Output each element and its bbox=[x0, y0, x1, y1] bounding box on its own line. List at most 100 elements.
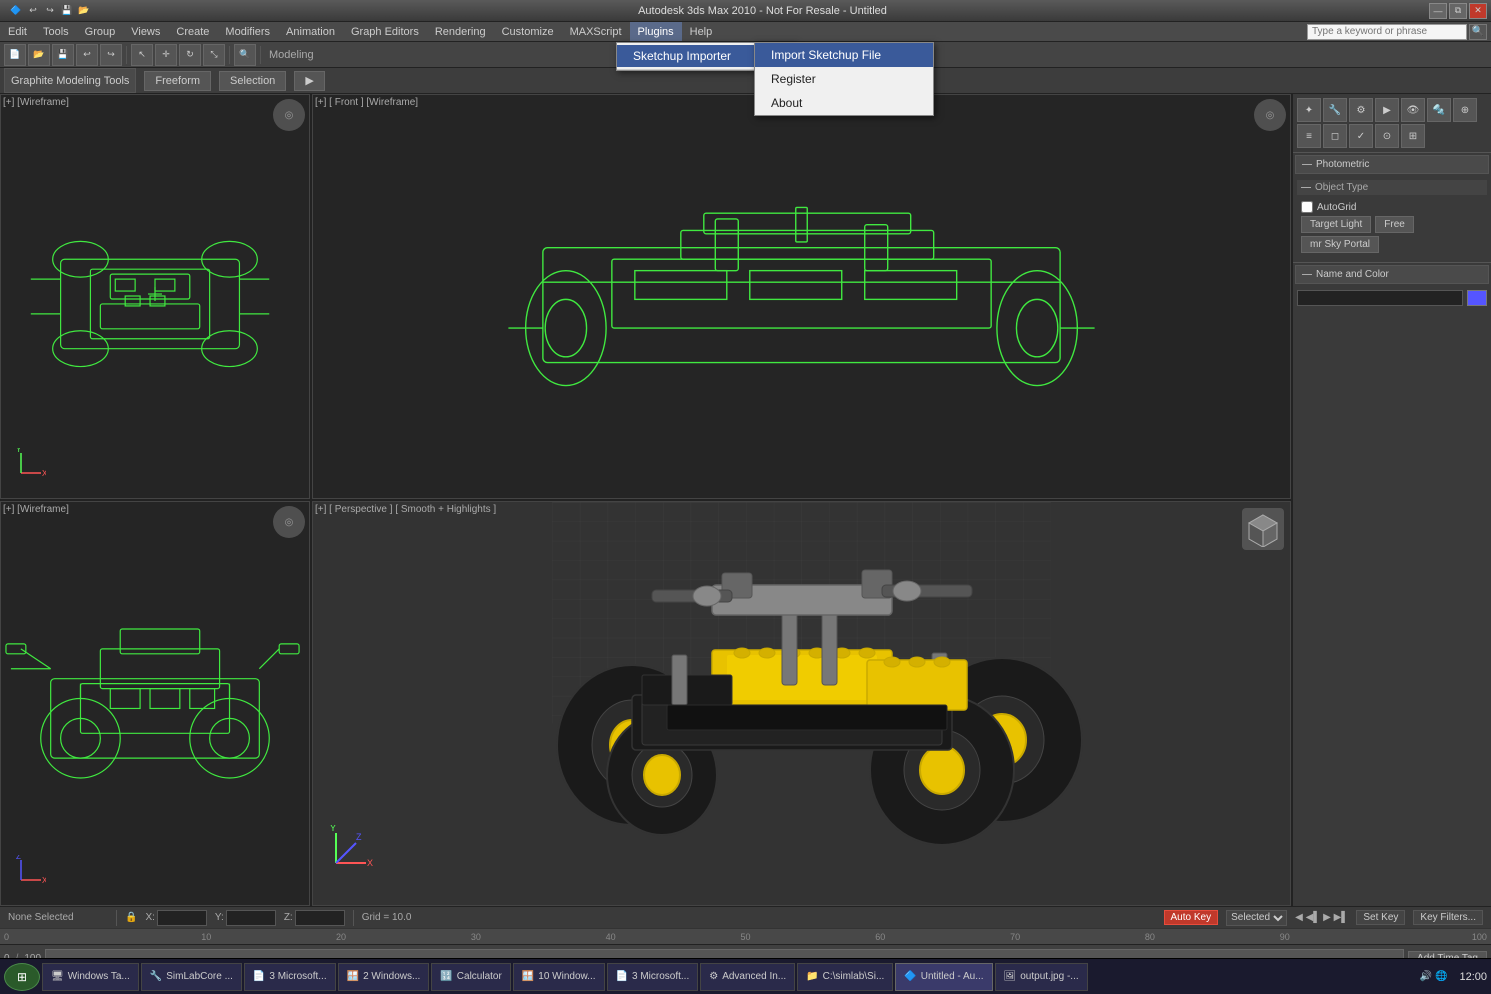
coord-sep2 bbox=[353, 910, 354, 926]
ruler-marks: 0 10 20 30 40 50 60 70 80 90 100 bbox=[4, 932, 1487, 942]
key-filters-button[interactable]: Key Filters... bbox=[1413, 910, 1483, 925]
modeling-freeform[interactable]: Freeform bbox=[144, 71, 211, 91]
taskbar-item-0[interactable]: 🖥 Windows Ta... bbox=[42, 963, 139, 991]
rp-object-type-content: AutoGrid Target Light Free mr Sky Portal bbox=[1297, 199, 1487, 258]
svg-text:X: X bbox=[42, 469, 46, 478]
menu-rendering[interactable]: Rendering bbox=[427, 22, 494, 41]
search-bar: 🔍 bbox=[1307, 24, 1491, 40]
menu-customize[interactable]: Customize bbox=[494, 22, 562, 41]
toolbar-new[interactable]: 📄 bbox=[4, 44, 26, 66]
redo-icon[interactable]: ↪ bbox=[42, 3, 58, 19]
menu-group[interactable]: Group bbox=[77, 22, 124, 41]
menu-tools[interactable]: Tools bbox=[35, 22, 77, 41]
key-frame-controls: ◀ ◀▌ ▶ ▶▌ bbox=[1295, 912, 1348, 923]
rp-autogrid-checkbox[interactable] bbox=[1301, 201, 1313, 213]
menu-graph-editors[interactable]: Graph Editors bbox=[343, 22, 427, 41]
taskbar-item-1[interactable]: 🔧 SimLabCore ... bbox=[141, 963, 242, 991]
taskbar-item-3[interactable]: 🪟 2 Windows... bbox=[338, 963, 430, 991]
z-coord-field[interactable] bbox=[295, 910, 345, 926]
taskbar-item-4[interactable]: 🔢 Calculator bbox=[431, 963, 510, 991]
toolbar-redo[interactable]: ↪ bbox=[100, 44, 122, 66]
selection-status: None Selected bbox=[8, 912, 108, 923]
toolbar-select[interactable]: ↖ bbox=[131, 44, 153, 66]
rp-name-color[interactable]: — Name and Color bbox=[1295, 265, 1489, 284]
restore-button[interactable]: ⧉ bbox=[1449, 3, 1467, 19]
rp-icon-9[interactable]: ◻ bbox=[1323, 124, 1347, 148]
viewport-top-right[interactable]: [+] [ Front ] [Wireframe] ◎ bbox=[312, 94, 1291, 499]
menu-maxscript[interactable]: MAXScript bbox=[562, 22, 630, 41]
open-icon[interactable]: 📂 bbox=[76, 3, 92, 19]
svg-text:Z: Z bbox=[16, 855, 21, 861]
toolbar-label: Modeling bbox=[265, 49, 318, 61]
rp-icon-4[interactable]: ▶ bbox=[1375, 98, 1399, 122]
taskbar-item-2[interactable]: 📄 3 Microsoft... bbox=[244, 963, 336, 991]
modeling-more[interactable]: ▶ bbox=[294, 71, 324, 91]
search-icon[interactable]: 🔍 bbox=[1469, 24, 1487, 40]
rp-icon-6[interactable]: 🔩 bbox=[1427, 98, 1451, 122]
menu-create[interactable]: Create bbox=[168, 22, 217, 41]
toolbar-scale[interactable]: ⤡ bbox=[203, 44, 225, 66]
rp-object-type-section: — Object Type AutoGrid Target Light Free… bbox=[1293, 176, 1491, 263]
taskbar-item-7[interactable]: ⚙ Advanced In... bbox=[700, 963, 795, 991]
y-coord-field[interactable] bbox=[226, 910, 276, 926]
auto-key-button[interactable]: Auto Key bbox=[1164, 910, 1219, 925]
menu-views[interactable]: Views bbox=[123, 22, 168, 41]
viewport-top-left[interactable]: [+] [Wireframe] ◎ bbox=[0, 94, 310, 499]
menu-plugins[interactable]: Plugins bbox=[630, 22, 682, 41]
rp-icon-10[interactable]: ✓ bbox=[1349, 124, 1373, 148]
taskbar-item-5[interactable]: 🪟 10 Window... bbox=[513, 963, 605, 991]
rp-object-type-header: — Object Type bbox=[1297, 180, 1487, 195]
submenu-register[interactable]: Register bbox=[755, 67, 933, 91]
rp-sky-portal-button[interactable]: mr Sky Portal bbox=[1301, 236, 1379, 253]
rp-icon-7[interactable]: ⊕ bbox=[1453, 98, 1477, 122]
toolbar-rotate[interactable]: ↻ bbox=[179, 44, 201, 66]
taskbar-item-6[interactable]: 📄 3 Microsoft... bbox=[607, 963, 699, 991]
menu-modifiers[interactable]: Modifiers bbox=[217, 22, 278, 41]
taskbar-item-8[interactable]: 📁 C:\simlab\Si... bbox=[797, 963, 893, 991]
rp-target-light-button[interactable]: Target Light bbox=[1301, 216, 1371, 233]
rp-icon-3[interactable]: ⚙ bbox=[1349, 98, 1373, 122]
auto-key-mode-select[interactable]: Selected bbox=[1226, 910, 1287, 926]
rp-color-swatch[interactable] bbox=[1467, 290, 1487, 306]
minimize-button[interactable]: — bbox=[1429, 3, 1447, 19]
viewport-perspective[interactable]: [+] [ Perspective ] [ Smooth + Highlight… bbox=[312, 501, 1291, 906]
toolbar-open[interactable]: 📂 bbox=[28, 44, 50, 66]
rp-autogrid-label: AutoGrid bbox=[1317, 202, 1356, 213]
z-coord-input: Z: bbox=[284, 910, 345, 926]
taskbar-item-9[interactable]: 🔷 Untitled - Au... bbox=[895, 963, 992, 991]
viewport-bottom-left[interactable]: [+] [Wireframe] ◎ bbox=[0, 501, 310, 906]
undo-icon[interactable]: ↩ bbox=[25, 3, 41, 19]
toolbar-undo[interactable]: ↩ bbox=[76, 44, 98, 66]
modeling-bar: Graphite Modeling Tools Freeform Selecti… bbox=[0, 68, 1491, 94]
set-key-button[interactable]: Set Key bbox=[1356, 910, 1405, 925]
toolbar-save[interactable]: 💾 bbox=[52, 44, 74, 66]
taskbar-item-10[interactable]: 🖼 output.jpg -... bbox=[995, 963, 1088, 991]
save-icon[interactable]: 💾 bbox=[59, 3, 75, 19]
rp-photometric[interactable]: — Photometric bbox=[1295, 155, 1489, 174]
toolbar-move[interactable]: ✛ bbox=[155, 44, 177, 66]
title-bar-text: Autodesk 3ds Max 2010 - Not For Resale -… bbox=[96, 5, 1429, 17]
rp-icon-8[interactable]: ≡ bbox=[1297, 124, 1321, 148]
toolbar-zoom[interactable]: 🔍 bbox=[234, 44, 256, 66]
rp-free-button[interactable]: Free bbox=[1375, 216, 1414, 233]
menu-edit[interactable]: Edit bbox=[0, 22, 35, 41]
search-input[interactable] bbox=[1307, 24, 1467, 40]
rp-name-input[interactable] bbox=[1297, 290, 1463, 306]
rp-icon-11[interactable]: ⊙ bbox=[1375, 124, 1399, 148]
close-button[interactable]: ✕ bbox=[1469, 3, 1487, 19]
modeling-selection[interactable]: Selection bbox=[219, 71, 286, 91]
submenu-import[interactable]: Import Sketchup File bbox=[755, 43, 933, 67]
rp-icon-2[interactable]: 🔧 bbox=[1323, 98, 1347, 122]
menu-animation[interactable]: Animation bbox=[278, 22, 343, 41]
taskbar: ⊞ 🖥 Windows Ta... 🔧 SimLabCore ... 📄 3 M… bbox=[0, 958, 1491, 994]
rp-object-type-label: Object Type bbox=[1315, 182, 1368, 193]
start-button[interactable]: ⊞ bbox=[4, 963, 40, 991]
x-coord-field[interactable] bbox=[157, 910, 207, 926]
menu-help[interactable]: Help bbox=[682, 22, 721, 41]
rp-icon-1[interactable]: ✦ bbox=[1297, 98, 1321, 122]
rp-target-light-row: Target Light Free bbox=[1301, 216, 1483, 233]
rp-icon-5[interactable]: 👁 bbox=[1401, 98, 1425, 122]
taskbar-right: 🔊 🌐 12:00 bbox=[1420, 971, 1487, 983]
rp-icon-12[interactable]: ⊞ bbox=[1401, 124, 1425, 148]
submenu-about[interactable]: About bbox=[755, 91, 933, 115]
